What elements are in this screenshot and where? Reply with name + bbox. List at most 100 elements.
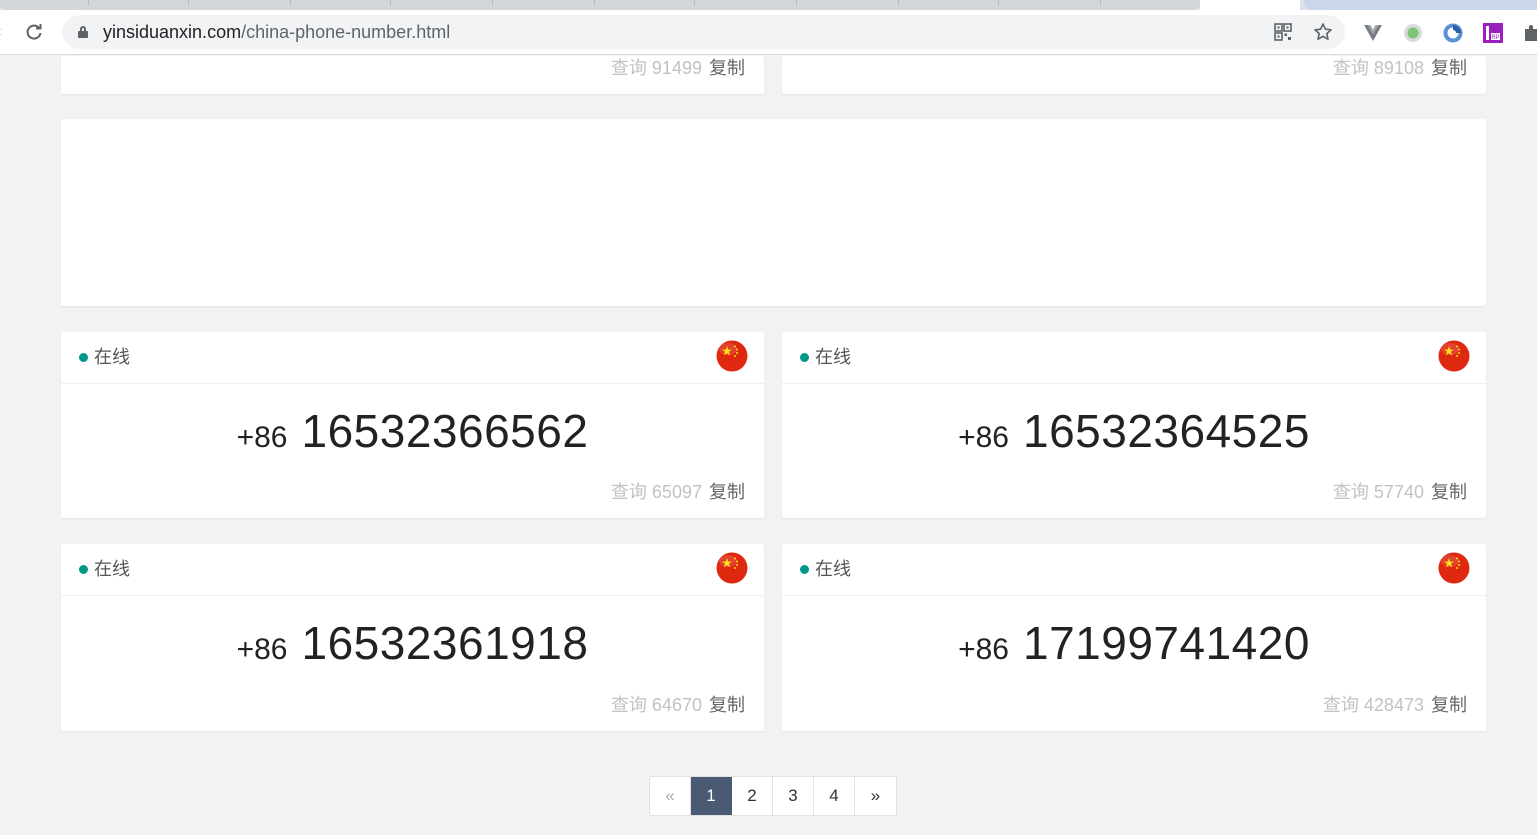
ad-banner-placeholder [61, 119, 1486, 306]
phone-card[interactable]: 在线 +86 16532364525 查询 57740 复制 [782, 332, 1486, 518]
page-4-button[interactable]: 4 [814, 777, 855, 815]
copy-button[interactable]: 复制 [709, 58, 745, 78]
lock-icon[interactable] [78, 26, 88, 38]
tab-separator [694, 0, 695, 6]
phone-card[interactable]: 在线 +86 17199741420 查询 428473 复制 [782, 544, 1486, 731]
status-circle-extension-icon[interactable] [1402, 22, 1424, 44]
phone-number[interactable]: +86 16532366562 [61, 408, 764, 454]
copy-button[interactable]: 复制 [709, 695, 745, 715]
url-text[interactable]: yinsiduanxin.com/china-phone-number.html [103, 23, 450, 41]
online-status: 在线 [800, 346, 851, 368]
china-flag-icon [716, 552, 748, 584]
country-code: +86 [958, 633, 1009, 666]
china-flag-icon [1438, 340, 1470, 372]
query-label: 查询 [1332, 482, 1369, 502]
status-label: 在线 [815, 559, 851, 579]
svg-text:RP: RP [1491, 35, 1499, 41]
tab-separator [796, 0, 797, 6]
query-count: 91499 [651, 58, 702, 78]
query-count: 64670 [651, 695, 702, 715]
query-label: 查询 [1332, 58, 1369, 78]
tab-separator [290, 0, 291, 6]
copy-button[interactable]: 复制 [709, 482, 745, 502]
copy-button[interactable]: 复制 [1431, 695, 1467, 715]
phone-card-partial: 查询 91499 复制 [61, 56, 764, 94]
status-dot [79, 352, 88, 362]
reload-icon[interactable] [22, 20, 46, 44]
tab-separator [492, 0, 493, 6]
query-count: 89108 [1373, 58, 1424, 78]
card-header: 在线 [61, 332, 764, 384]
card-meta: 查询 64670 复制 [611, 696, 745, 714]
query-label: 查询 [610, 695, 647, 715]
phone-number[interactable]: +86 16532364525 [782, 408, 1486, 454]
page-1-button[interactable]: 1 [691, 777, 732, 815]
circle-extension-icon[interactable] [1442, 22, 1464, 44]
query-label: 查询 [610, 482, 647, 502]
tab-row[interactable] [0, 0, 1200, 10]
card-meta: 查询 57740 复制 [1333, 483, 1467, 501]
status-dot [800, 352, 809, 362]
extensions-puzzle-icon[interactable] [1520, 22, 1537, 44]
online-status: 在线 [79, 346, 130, 368]
card-meta: 查询 89108 复制 [1333, 59, 1467, 77]
status-label: 在线 [815, 347, 851, 367]
tab-separator [88, 0, 89, 6]
copy-button[interactable]: 复制 [1431, 58, 1467, 78]
card-meta: 查询 428473 复制 [1323, 696, 1467, 714]
status-label: 在线 [94, 347, 130, 367]
copy-button[interactable]: 复制 [1431, 482, 1467, 502]
tab-separator [898, 0, 899, 6]
active-tab[interactable] [1200, 0, 1300, 10]
card-meta: 查询 65097 复制 [611, 483, 745, 501]
card-header: 在线 [782, 544, 1486, 596]
status-label: 在线 [94, 559, 130, 579]
china-flag-icon [716, 340, 748, 372]
address-bar[interactable]: yinsiduanxin.com/china-phone-number.html [62, 15, 1345, 49]
query-label: 查询 [1322, 695, 1359, 715]
tab-separator [390, 0, 391, 6]
url-host: yinsiduanxin.com [103, 22, 242, 42]
online-status: 在线 [79, 558, 130, 580]
query-label: 查询 [610, 58, 647, 78]
phone-card-partial: 查询 89108 复制 [782, 56, 1486, 94]
card-meta: 查询 91499 复制 [611, 59, 745, 77]
prev-page-button[interactable]: « [650, 777, 691, 815]
qr-code-icon[interactable] [1273, 22, 1293, 42]
phone-number-value[interactable]: 17199741420 [1023, 617, 1310, 669]
tab-separator [594, 0, 595, 6]
status-dot [79, 564, 88, 574]
card-header: 在线 [61, 544, 764, 596]
status-dot [800, 564, 809, 574]
phone-number-value[interactable]: 16532364525 [1023, 405, 1310, 457]
tab-group[interactable] [1304, 0, 1537, 10]
phone-number-value[interactable]: 16532361918 [301, 617, 588, 669]
china-flag-icon [1438, 552, 1470, 584]
country-code: +86 [236, 421, 288, 454]
pagination: « 1 2 3 4 » [649, 776, 897, 816]
phone-number[interactable]: +86 16532361918 [61, 620, 764, 666]
browser-toolbar: ‹ yinsiduanxin.com/china-phone-number.ht… [0, 10, 1537, 55]
phone-number-value[interactable]: 16532366562 [301, 405, 588, 457]
back-arrow-icon[interactable]: ‹ [0, 24, 4, 40]
url-path: /china-phone-number.html [241, 22, 451, 42]
vue-devtools-icon[interactable] [1362, 22, 1384, 44]
tab-separator [188, 0, 189, 6]
next-page-button[interactable]: » [855, 777, 896, 815]
page-3-button[interactable]: 3 [773, 777, 814, 815]
page-2-button[interactable]: 2 [732, 777, 773, 815]
phone-card[interactable]: 在线 +86 16532366562 查询 65097 复制 [61, 332, 764, 518]
card-header: 在线 [782, 332, 1486, 384]
phone-number[interactable]: +86 17199741420 [782, 620, 1486, 666]
bookmark-star-icon[interactable] [1313, 22, 1333, 42]
tab-separator [998, 0, 999, 6]
query-count: 65097 [651, 482, 702, 502]
query-count: 57740 [1373, 482, 1424, 502]
query-count: 428473 [1363, 695, 1424, 715]
phone-card[interactable]: 在线 +86 16532361918 查询 64670 复制 [61, 544, 764, 731]
country-code: +86 [236, 633, 288, 666]
rp-extension-icon[interactable]: RP [1482, 22, 1504, 44]
online-status: 在线 [800, 558, 851, 580]
tab-separator [1100, 0, 1101, 6]
browser-tab-strip [0, 0, 1537, 10]
